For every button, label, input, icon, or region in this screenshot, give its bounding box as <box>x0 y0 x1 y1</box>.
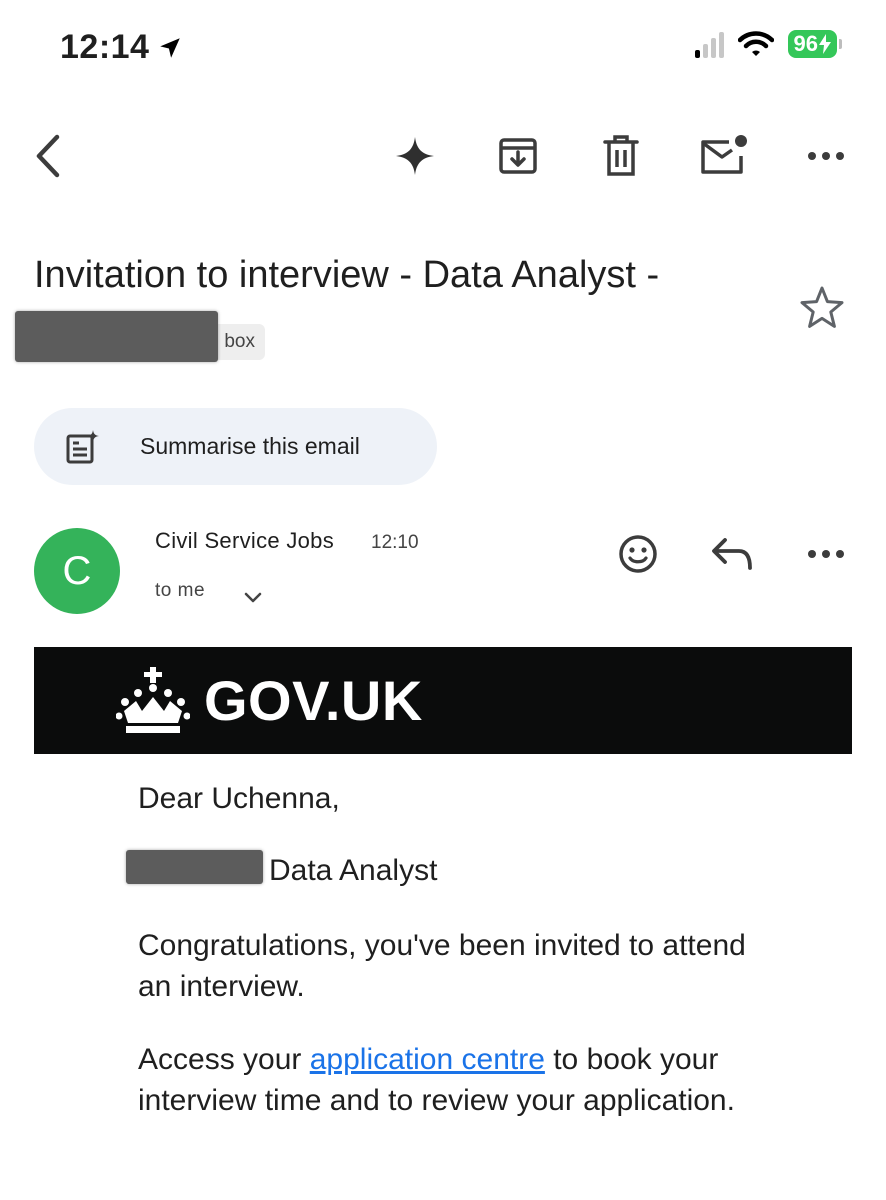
mark-unread-icon <box>701 135 747 174</box>
expand-details-button[interactable] <box>240 584 266 610</box>
emoji-icon <box>619 535 657 573</box>
crown-logo-icon <box>116 666 190 733</box>
chevron-down-icon <box>244 592 262 603</box>
access-prefix: Access your <box>138 1043 310 1076</box>
back-button[interactable] <box>20 128 76 184</box>
star-button[interactable] <box>798 284 846 332</box>
battery-level: 96 <box>793 31 818 56</box>
greeting-text: Dear Uchenna, <box>138 782 340 815</box>
battery-indicator: 96 <box>787 30 842 58</box>
archive-button[interactable] <box>490 128 546 184</box>
email-subject: Invitation to interview - Data Analyst - <box>34 254 660 296</box>
recipient-line[interactable]: to me <box>155 580 205 602</box>
sent-time: 12:10 <box>371 532 419 553</box>
role-text: Data Analyst <box>269 854 438 887</box>
cellular-signal-icon <box>694 30 724 58</box>
back-icon <box>36 134 60 178</box>
redaction-block <box>15 311 218 362</box>
trash-icon <box>603 135 639 176</box>
summary-sparkle-icon <box>66 429 99 463</box>
status-bar-time: 12:14 <box>60 28 183 67</box>
sender-avatar[interactable]: C <box>34 528 120 614</box>
summarise-email-button[interactable]: Summarise this email <box>34 408 437 485</box>
redaction-block <box>126 850 263 884</box>
label-chip-text: box <box>224 331 255 352</box>
gemini-button[interactable] <box>387 128 443 184</box>
congratulations-text: Congratulations, you've been invited to … <box>138 929 746 1003</box>
mark-unread-button[interactable] <box>696 128 752 184</box>
charging-bolt-icon <box>819 34 831 54</box>
add-reaction-button[interactable] <box>612 528 664 580</box>
more-icon <box>808 550 844 558</box>
gov-uk-logo-text: GOV.UK <box>204 669 423 732</box>
more-options-button[interactable] <box>798 128 854 184</box>
delete-button[interactable] <box>593 128 649 184</box>
more-icon <box>808 152 844 160</box>
gemini-sparkle-icon <box>396 137 434 175</box>
email-view: 12:14 96 Invitation to interview - Data … <box>0 0 886 1200</box>
wifi-icon <box>737 31 774 56</box>
gov-uk-banner: GOV.UK <box>34 647 852 754</box>
reply-button[interactable] <box>706 528 758 580</box>
summarise-label: Summarise this email <box>140 433 360 459</box>
star-icon <box>800 286 844 328</box>
message-more-button[interactable] <box>800 528 852 580</box>
location-arrow-icon <box>160 37 181 58</box>
archive-icon <box>499 138 537 174</box>
access-paragraph: Access your application centre to book y… <box>138 1039 758 1121</box>
clock-text: 12:14 <box>60 28 150 66</box>
reply-icon <box>712 538 752 570</box>
status-indicators: 96 <box>694 30 842 58</box>
application-centre-link[interactable]: application centre <box>310 1043 545 1076</box>
sender-name[interactable]: Civil Service Jobs <box>155 528 334 554</box>
